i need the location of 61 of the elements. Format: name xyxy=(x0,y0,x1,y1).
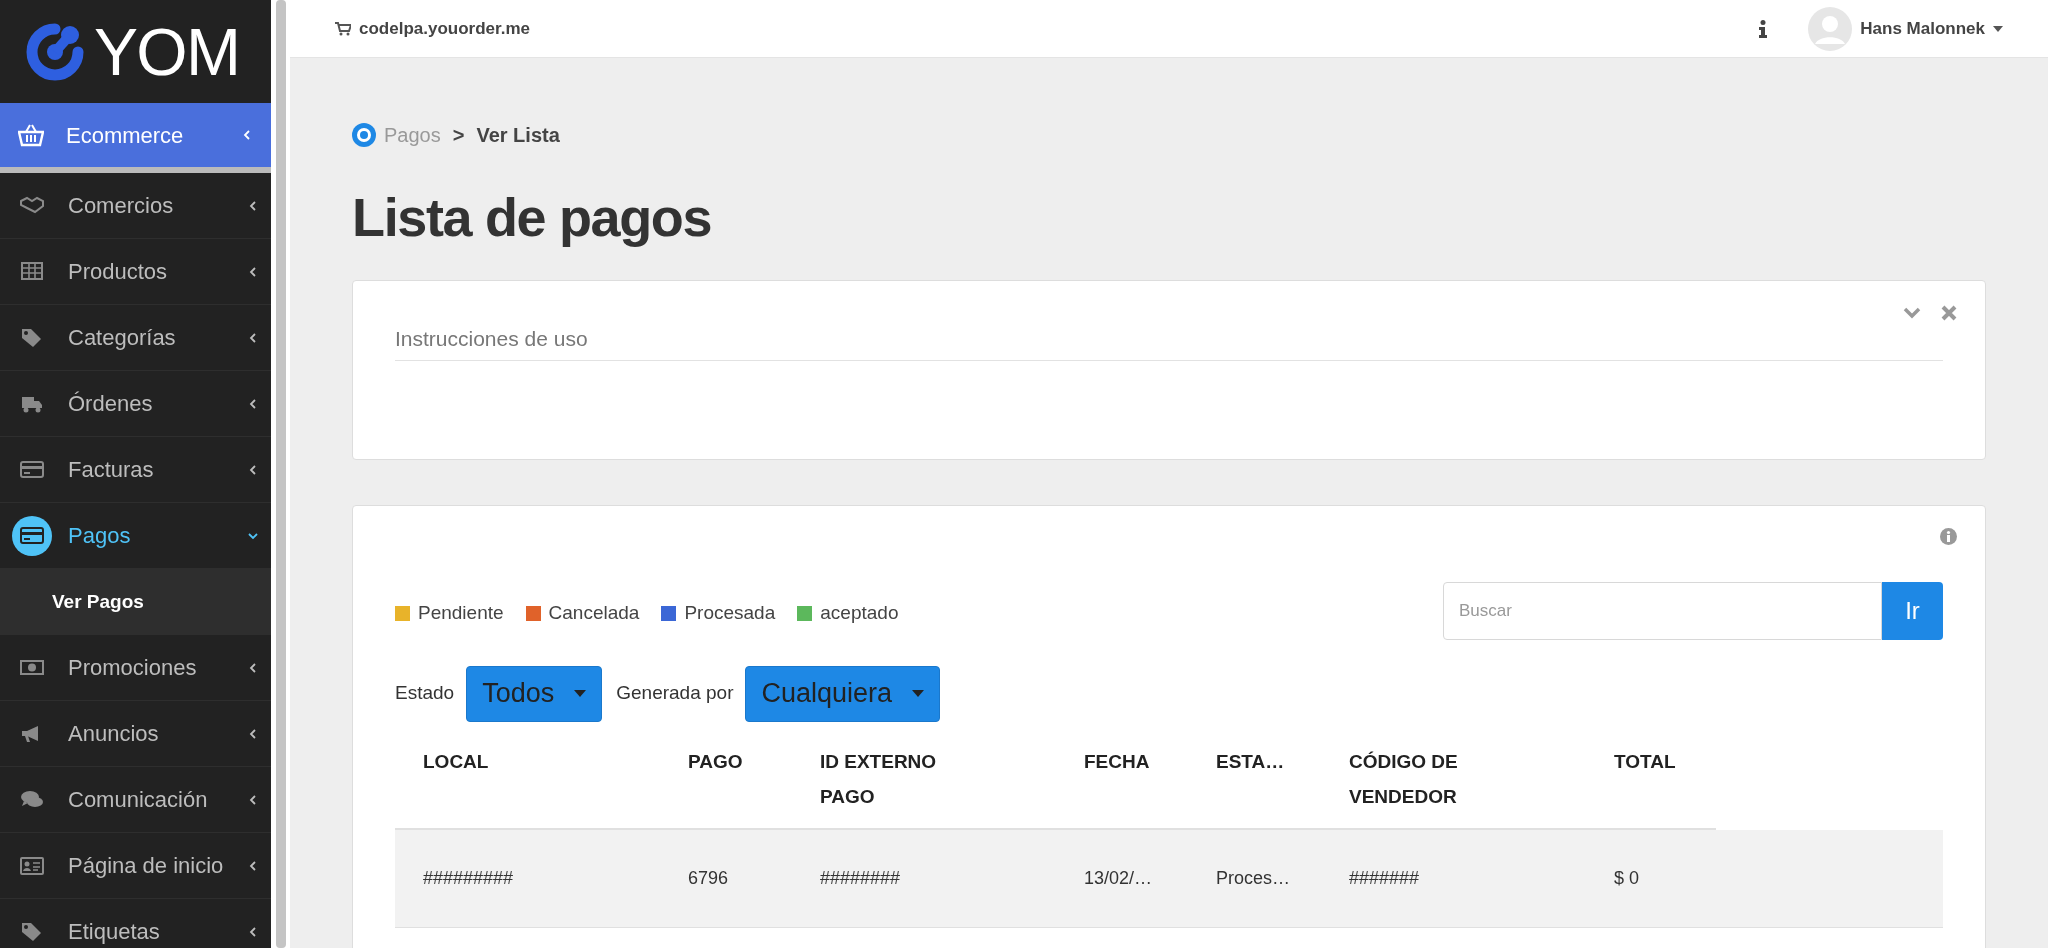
column-header[interactable]: PAGO xyxy=(688,743,743,779)
go-button[interactable]: Ir xyxy=(1882,581,1943,640)
column-header[interactable]: FECHA xyxy=(1084,743,1150,779)
caret-icon xyxy=(574,690,587,697)
nav-section[interactable]: Ecommerce xyxy=(0,103,271,173)
chevron-left-icon xyxy=(247,925,259,938)
column-header[interactable]: TOTAL xyxy=(1614,743,1676,779)
close-icon[interactable] xyxy=(1941,304,1957,321)
table-cell-text: $ 0 xyxy=(1613,866,1641,890)
cart-icon[interactable] xyxy=(335,21,351,36)
chevron-left-icon xyxy=(247,793,259,806)
column-header[interactable]: ESTA… xyxy=(1216,743,1285,779)
chevron-left-icon xyxy=(247,331,259,344)
breadcrumb-separator: > xyxy=(452,123,465,148)
tag-icon xyxy=(20,920,44,943)
table-cell-text: ######## xyxy=(819,866,902,890)
chevron-left-icon xyxy=(247,463,259,476)
table-cell-text: ####### xyxy=(1348,866,1421,890)
dropdown-button[interactable]: Cualquiera xyxy=(745,665,941,722)
chevron-left-icon xyxy=(247,859,259,872)
credit-card-icon xyxy=(20,458,44,481)
column-header[interactable]: ID EXTERNO PAGO xyxy=(820,743,970,814)
search-field[interactable]: Buscar xyxy=(1443,581,1882,640)
chevron-left-icon xyxy=(247,265,259,278)
legend-label: Cancelada xyxy=(548,601,640,626)
legend-label: Procesada xyxy=(684,601,776,626)
chevron-left-icon xyxy=(247,199,259,212)
filter-label: Generada por xyxy=(616,681,734,706)
scrollbar[interactable] xyxy=(275,0,286,948)
breadcrumb-current: Ver Lista xyxy=(476,123,560,148)
chevron-left-icon xyxy=(247,727,259,740)
page-title: Lista de pagos xyxy=(352,186,713,249)
column-header[interactable]: LOCAL xyxy=(423,743,489,779)
table-cell-text: ######### xyxy=(422,866,515,890)
chevron-left-icon xyxy=(241,129,253,141)
table-row[interactable]: ######### 6796 ######## 13/02/… Proces… ####### $ 0 xyxy=(395,829,1943,928)
legend-label: aceptado xyxy=(820,601,899,626)
grid-icon xyxy=(20,260,44,283)
card-title: Instrucciones de uso xyxy=(395,322,1943,361)
info-icon[interactable] xyxy=(1758,19,1769,38)
user-menu[interactable]: Hans Malonnek xyxy=(1860,15,2003,42)
credit-card-icon xyxy=(20,524,44,547)
caret-icon xyxy=(912,690,925,697)
dropdown-button[interactable]: Todos xyxy=(466,665,603,722)
basket-icon xyxy=(18,123,44,147)
column-header[interactable]: CÓDIGO DE VENDEDOR xyxy=(1349,743,1499,814)
chevron-left-icon xyxy=(247,661,259,674)
nav-subitem[interactable]: Ver Pagos xyxy=(0,569,271,635)
table-cell-text: Proces… xyxy=(1215,866,1292,890)
store-link[interactable]: codelpa.youorder.me xyxy=(359,15,530,42)
table-cell-text: 13/02/… xyxy=(1083,866,1154,890)
logo-text: YOM xyxy=(94,18,240,85)
chevron-left-icon xyxy=(247,397,259,410)
filter-label: Estado xyxy=(395,681,455,706)
tags-icon xyxy=(20,326,44,349)
chevron-down-icon[interactable] xyxy=(1903,306,1921,319)
table-cell-text: 6796 xyxy=(687,866,730,890)
caret-icon xyxy=(1993,25,2003,32)
legend-label: Pendiente xyxy=(418,601,504,626)
id-card-icon xyxy=(20,854,44,877)
target-icon xyxy=(352,123,376,147)
